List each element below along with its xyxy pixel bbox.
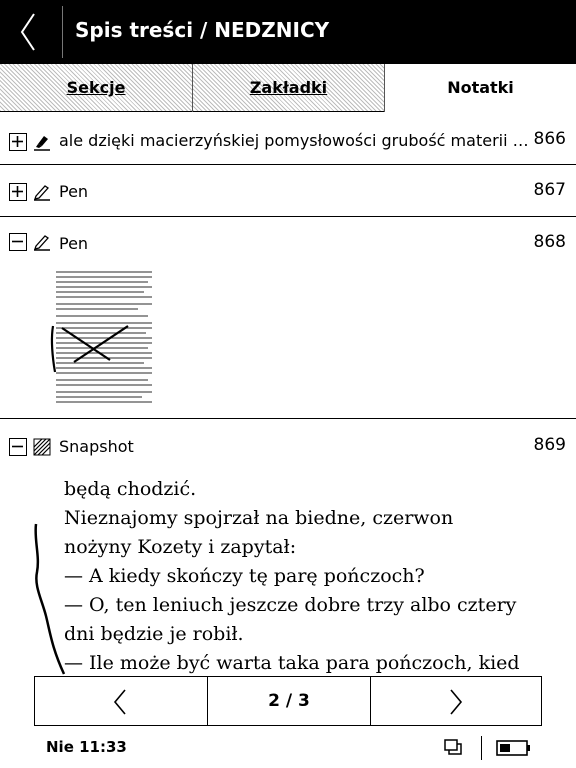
pen-icon: [34, 235, 50, 251]
task-manager-icon[interactable]: [444, 739, 464, 757]
page-thumbnail[interactable]: [48, 268, 160, 410]
prev-page-button[interactable]: [35, 677, 207, 725]
pen-icon: [34, 185, 50, 201]
expand-icon[interactable]: [9, 183, 27, 201]
tab-label: Zakładki: [249, 78, 328, 97]
snapshot-line: — O, ten leniuch jeszcze dobre trzy albo…: [64, 594, 517, 616]
snapshot-preview[interactable]: będą chodzić. Nieznajomy spojrzał na bie…: [0, 470, 576, 676]
note-text: Snapshot: [59, 437, 134, 456]
marker-icon: [34, 136, 50, 151]
note-text: Pen: [59, 234, 89, 253]
tab-bookmarks[interactable]: Zakładki: [193, 64, 384, 112]
status-bar: Nie 11:33: [0, 728, 576, 768]
battery-icon: [496, 740, 530, 756]
snapshot-line: dni będzie je robił.: [64, 623, 244, 645]
note-text: ale dzięki macierzyńskiej pomysłowości g…: [59, 131, 529, 150]
note-page-number: 866: [533, 129, 566, 149]
pen-stroke: [34, 523, 66, 675]
snapshot-icon: [33, 438, 51, 456]
note-item[interactable]: ale dzięki macierzyńskiej pomysłowości g…: [0, 112, 576, 164]
snapshot-line: nożyny Kozety i zapytał:: [64, 536, 297, 558]
snapshot-line: — Ile może być warta taka para pończoch,…: [64, 652, 520, 674]
battery-level: [500, 744, 510, 752]
tab-label: Notatki: [447, 78, 514, 97]
tab-label: Sekcje: [66, 78, 126, 97]
pagination-bar: 2 / 3: [34, 676, 542, 726]
next-page-button[interactable]: [371, 677, 541, 725]
collapse-icon[interactable]: [9, 233, 27, 251]
snapshot-line: będą chodzić.: [64, 478, 197, 500]
back-button[interactable]: [0, 0, 62, 64]
header-divider: [62, 6, 63, 58]
clock: Nie 11:33: [46, 738, 127, 756]
note-page-number: 867: [533, 180, 566, 200]
tab-sections[interactable]: Sekcje: [0, 64, 192, 112]
note-page-number: 868: [533, 232, 566, 252]
chevron-right-icon: [450, 689, 463, 715]
title-bar: Spis treści / NEDZNICY: [0, 0, 576, 64]
note-page-number: 869: [533, 435, 566, 455]
snapshot-line: Nieznajomy spojrzał na biedne, czerwon: [64, 507, 454, 529]
chevron-left-icon: [20, 13, 35, 51]
expand-icon[interactable]: [9, 133, 27, 151]
note-item[interactable]: Pen 867: [0, 165, 576, 216]
page-indicator[interactable]: 2 / 3: [208, 677, 370, 725]
page-title: Spis treści / NEDZNICY: [75, 18, 330, 42]
status-divider: [481, 736, 482, 760]
note-item[interactable]: Snapshot 869: [0, 419, 576, 469]
page-number: 2 / 3: [268, 691, 310, 711]
chevron-left-icon: [113, 689, 126, 715]
note-text: Pen: [59, 182, 89, 201]
collapse-icon[interactable]: [9, 438, 27, 456]
snapshot-line: — A kiedy skończy tę parę pończoch?: [64, 565, 425, 587]
tab-notes[interactable]: Notatki: [385, 64, 576, 112]
tab-bar: Sekcje Zakładki Notatki: [0, 64, 576, 112]
